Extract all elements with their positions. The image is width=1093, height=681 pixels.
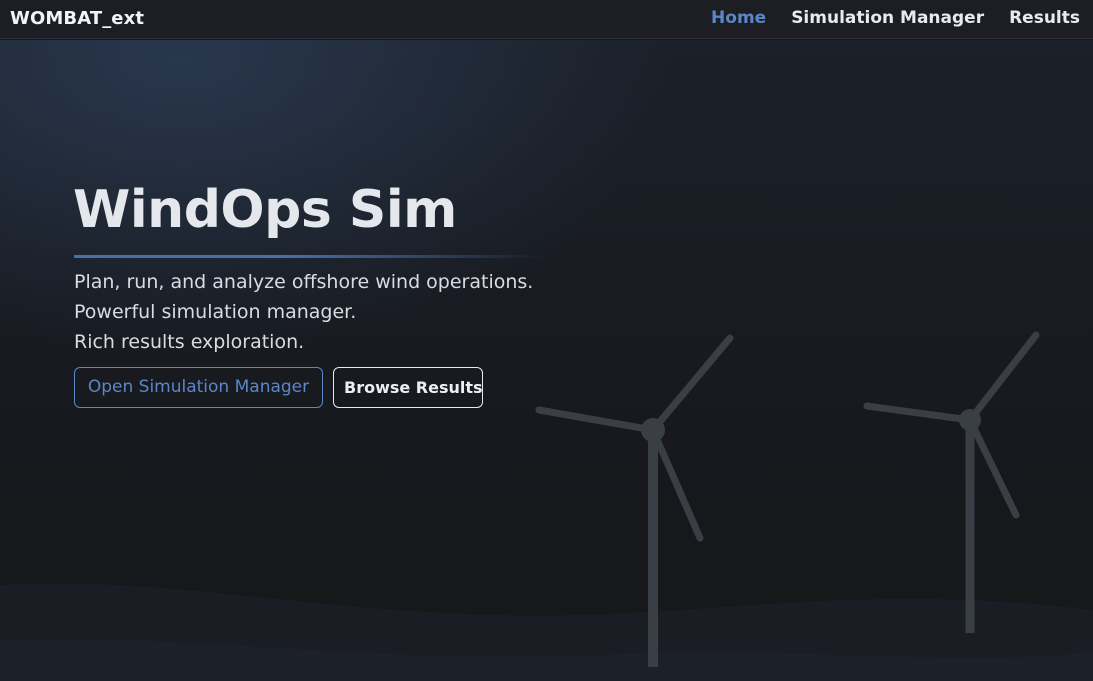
nav-link-home[interactable]: Home	[711, 8, 766, 28]
hero-tagline-3: Rich results exploration.	[74, 331, 305, 353]
wind-turbine-right	[863, 331, 1040, 633]
hero-background-illustration	[0, 331, 1093, 681]
hero-tagline-2: Powerful simulation manager.	[74, 301, 357, 323]
open-simulation-manager-button[interactable]: Open Simulation Manager	[74, 367, 323, 408]
nav-link-simulation-manager[interactable]: Simulation Manager	[791, 8, 984, 28]
hero-tagline-1: Plan, run, and analyze offshore wind ope…	[74, 271, 534, 293]
nav-links: Home Simulation Manager Results	[711, 8, 1080, 28]
hero-title: WindOps Sim	[73, 180, 457, 240]
top-navbar: WOMBAT_ext Home Simulation Manager Resul…	[0, 0, 1093, 39]
browse-results-button[interactable]: Browse Results	[333, 367, 483, 408]
title-underline	[74, 255, 544, 258]
nav-link-results[interactable]: Results	[1009, 8, 1080, 28]
brand-logo[interactable]: WOMBAT_ext	[10, 8, 144, 29]
hero-section: WindOps Sim Plan, run, and analyze offsh…	[0, 40, 1093, 681]
